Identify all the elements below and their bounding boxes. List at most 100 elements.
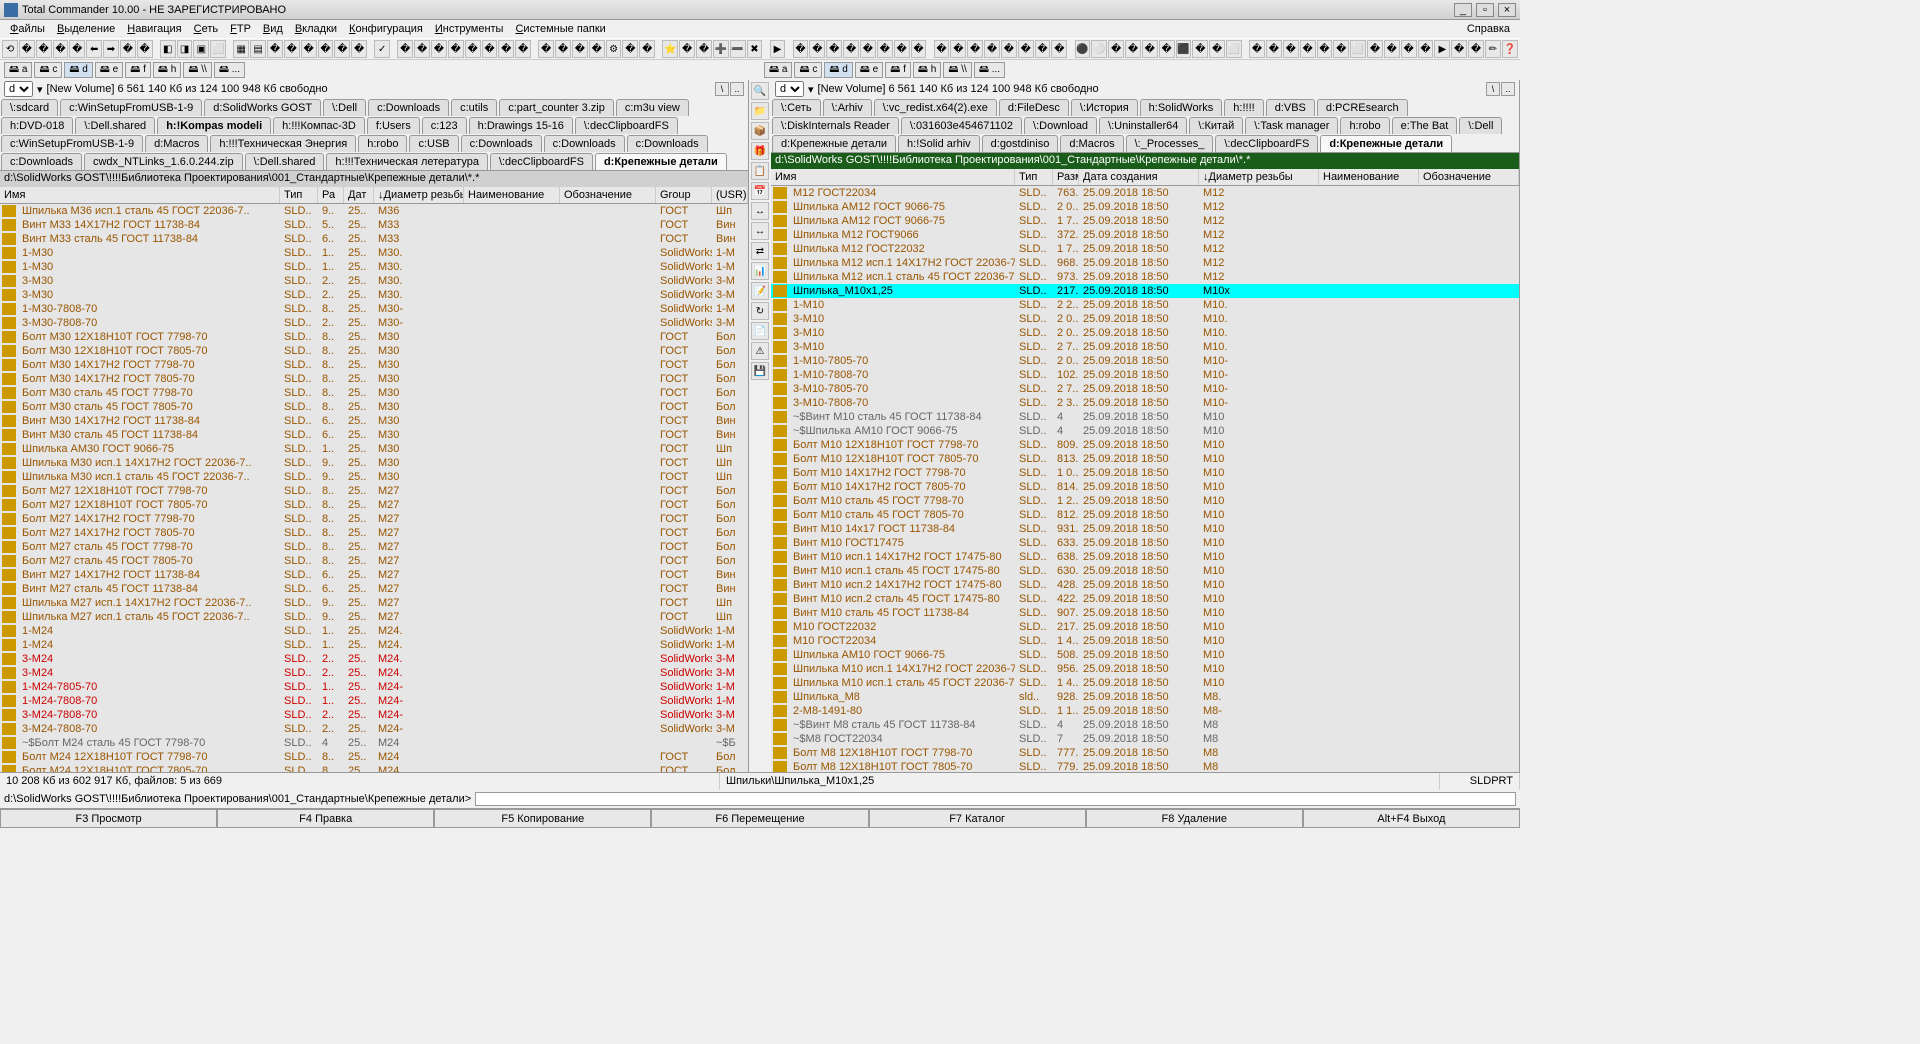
column-header[interactable]: Имя [771,169,1015,185]
column-header[interactable]: Разм [1053,169,1079,185]
file-row[interactable]: Винт М30 14Х17Н2 ГОСТ 11738-84SLD..6..25… [0,414,748,428]
file-row[interactable]: Винт М10 исп.2 сталь 45 ГОСТ 17475-80SLD… [771,592,1519,606]
toolbar-btn[interactable]: � [482,40,498,58]
file-row[interactable]: Болт М24 12Х18Н10Т ГОСТ 7805-70SLD..8..2… [0,764,748,772]
tab[interactable]: d:gostdiniso [982,135,1059,152]
toolbar-btn[interactable]: � [1468,40,1484,58]
toolbar-btn[interactable]: � [120,40,136,58]
file-row[interactable]: Шпилька М12 ГОСТ22032SLD..1 7..25.09.201… [771,242,1519,256]
file-row[interactable]: Шпилька М27 исп.1 14Х17Н2 ГОСТ 22036-7..… [0,596,748,610]
file-row[interactable]: 1-M30SLD..1..25..M30.SolidWorks1-M [0,246,748,260]
fkey[interactable]: F3 Просмотр [0,809,217,828]
file-row[interactable]: Болт М10 сталь 45 ГОСТ 7798-70SLD..1 2..… [771,494,1519,508]
file-row[interactable]: 3-M10SLD..2 7..25.09.2018 18:50M10. [771,340,1519,354]
file-row[interactable]: 3-M24-7808-70SLD..2..25..M24-SolidWorks3… [0,708,748,722]
file-row[interactable]: Винт М10 сталь 45 ГОСТ 11738-84SLD..907.… [771,606,1519,620]
toolbar-btn[interactable]: ⭐ [662,40,678,58]
toolbar-btn[interactable]: � [572,40,588,58]
toolbar-btn[interactable]: � [1401,40,1417,58]
file-row[interactable]: М10 ГОСТ22034SLD..1 4..25.09.2018 18:50M… [771,634,1519,648]
close-button[interactable]: × [1498,3,1516,17]
sidebar-btn[interactable]: ↔ [751,202,769,220]
drive-d[interactable]: 🖴 d [64,62,92,78]
sidebar-btn[interactable]: ⇄ [751,242,769,260]
tab[interactable]: \:_Processes_ [1126,135,1214,152]
file-row[interactable]: ~$М8 ГОСТ22034SLD..725.09.2018 18:50M8 [771,732,1519,746]
toolbar-btn[interactable]: � [1001,40,1017,58]
file-row[interactable]: Винт М30 сталь 45 ГОСТ 11738-84SLD..6..2… [0,428,748,442]
drive-e[interactable]: 🖴 e [95,62,123,78]
file-row[interactable]: Винт М10 ГОСТ17475SLD..633..25.09.2018 1… [771,536,1519,550]
toolbar-btn[interactable]: ⬜ [1350,40,1366,58]
column-header[interactable]: Ра [318,187,344,203]
toolbar-btn[interactable]: � [498,40,514,58]
tab[interactable]: d:SolidWorks GOST [204,99,321,116]
tab[interactable]: \:Task manager [1245,117,1338,134]
tab[interactable]: c:part_counter 3.zip [499,99,614,116]
file-row[interactable]: 3-M24SLD..2..25..M24.SolidWorks3-M [0,652,748,666]
toolbar-btn[interactable]: � [465,40,481,58]
drive-h[interactable]: 🖴 h [913,62,941,78]
sidebar-btn[interactable]: 📊 [751,262,769,280]
toolbar-btn[interactable]: ⟲ [2,40,18,58]
toolbar-btn[interactable]: � [431,40,447,58]
file-row[interactable]: Винт М33 14Х17Н2 ГОСТ 11738-84SLD..5..25… [0,218,748,232]
sidebar-btn[interactable]: ↔ [751,222,769,240]
drive-h[interactable]: 🖴 h [153,62,181,78]
column-header[interactable]: Наименование [464,187,560,203]
toolbar-btn[interactable]: � [589,40,605,58]
file-row[interactable]: 1-M24SLD..1..25..M24.SolidWorks1-M [0,638,748,652]
tab[interactable]: c:Downloads [368,99,449,116]
file-row[interactable]: Болт М27 сталь 45 ГОСТ 7798-70SLD..8..25… [0,540,748,554]
file-row[interactable]: 3-M30SLD..2..25..M30.SolidWorks3-M [0,288,748,302]
column-header[interactable]: Обозначение [560,187,656,203]
toolbar-btn[interactable]: � [318,40,334,58]
file-row[interactable]: Болт М30 14Х17Н2 ГОСТ 7798-70SLD..8..25.… [0,358,748,372]
drive-f[interactable]: 🖴 f [125,62,151,78]
filelist-right[interactable]: M12 ГОСТ22034SLD..763..25.09.2018 18:50M… [771,186,1519,772]
toolbar-btn[interactable]: ✖ [747,40,763,58]
minimize-button[interactable]: _ [1454,3,1472,17]
sidebar-btn[interactable]: 📝 [751,282,769,300]
toolbar-btn[interactable]: � [894,40,910,58]
tab[interactable]: c:Downloads [461,135,542,152]
tab[interactable]: \:Сеть [772,99,821,116]
tab[interactable]: c:Downloads [544,135,625,152]
file-row[interactable]: Винт М10 14х17 ГОСТ 11738-84SLD..931..25… [771,522,1519,536]
toolbar-btn[interactable]: � [1317,40,1333,58]
tab[interactable]: c:WinSetupFromUSB-1-9 [1,135,143,152]
drive-\\[interactable]: 🖴 \\ [183,62,211,78]
file-row[interactable]: Винт М33 сталь 45 ГОСТ 11738-84SLD..6..2… [0,232,748,246]
toolbar-btn[interactable]: � [1283,40,1299,58]
tab-active[interactable]: d:Крепежные детали [1320,135,1452,152]
fkey[interactable]: F6 Перемещение [651,809,868,828]
tab[interactable]: \:decClipboardFS [575,117,678,134]
toolbar-btn[interactable]: ⚫ [1075,40,1091,58]
file-row[interactable]: Болт М27 сталь 45 ГОСТ 7805-70SLD..8..25… [0,554,748,568]
root-button[interactable]: \ [715,82,729,96]
toolbar-btn[interactable]: � [984,40,1000,58]
toolbar-btn[interactable]: � [1384,40,1400,58]
tab[interactable]: h:!!!Техническая летература [326,153,488,170]
tab[interactable]: h:robo [358,135,407,152]
file-row[interactable]: Шпилька М36 исп.1 сталь 45 ГОСТ 22036-7.… [0,204,748,218]
toolbar-btn[interactable]: ▶ [770,40,786,58]
file-row[interactable]: Болт М10 сталь 45 ГОСТ 7805-70SLD..812..… [771,508,1519,522]
tab[interactable]: d:Macros [145,135,208,152]
file-row[interactable]: 1-M24SLD..1..25..M24.SolidWorks1-M [0,624,748,638]
sidebar-btn[interactable]: 💾 [751,362,769,380]
tab[interactable]: d:VBS [1266,99,1315,116]
path-right[interactable]: d:\SolidWorks GOST\!!!!Библиотека Проект… [771,153,1519,169]
toolbar-btn[interactable]: � [860,40,876,58]
tab[interactable]: cwdx_NTLinks_1.6.0.244.zip [84,153,243,170]
toolbar-btn[interactable]: � [622,40,638,58]
toolbar-btn[interactable]: ⚙ [606,40,622,58]
file-row[interactable]: Болт М27 14Х17Н2 ГОСТ 7798-70SLD..8..25.… [0,512,748,526]
column-header[interactable]: (USR) [712,187,748,203]
tab[interactable]: h:!Solid arhiv [898,135,980,152]
fkey[interactable]: F7 Каталог [869,809,1086,828]
file-row[interactable]: 3-M24SLD..2..25..M24.SolidWorks3-M [0,666,748,680]
toolbar-btn[interactable]: � [351,40,367,58]
toolbar-btn[interactable]: � [267,40,283,58]
toolbar-btn[interactable]: � [1266,40,1282,58]
